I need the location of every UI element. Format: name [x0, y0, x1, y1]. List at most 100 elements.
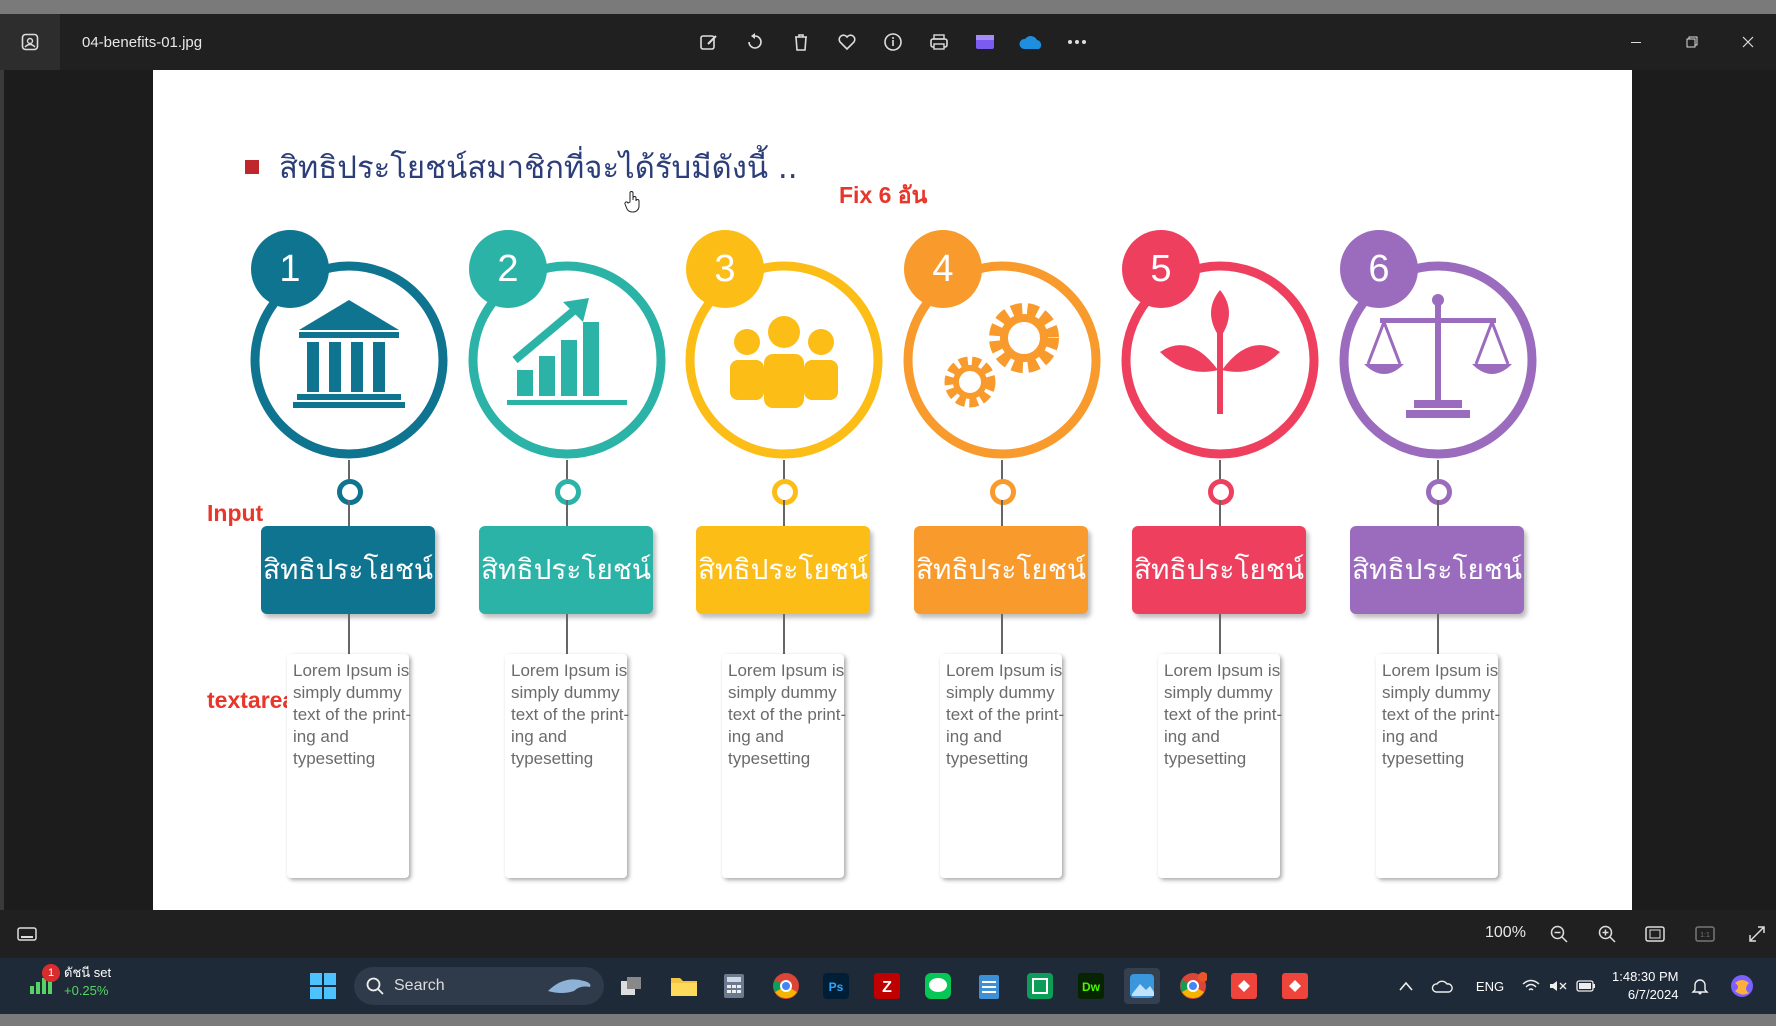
connector-node	[1208, 479, 1234, 505]
sheets-app-icon[interactable]	[1022, 968, 1058, 1004]
photoshop-icon[interactable]: Ps	[818, 968, 854, 1004]
annotation-fix-six: Fix 6 อัน	[839, 182, 928, 208]
search-icon	[366, 977, 384, 995]
taskbar: 1 ดัชนี set +0.25% Search Ps Z Dw ENG 1:…	[0, 958, 1776, 1014]
benefit-input-5[interactable]: สิทธิประโยชน์	[1132, 526, 1306, 614]
svg-text:Ps: Ps	[829, 980, 844, 994]
slide-heading: สิทธิประโยชน์สมาชิกที่จะได้รับมีดังนี้ .…	[245, 142, 798, 192]
chrome-icon[interactable]	[768, 968, 804, 1004]
language-text: ENG	[1475, 978, 1505, 994]
connector	[348, 500, 350, 526]
file-explorer-icon[interactable]	[666, 968, 702, 1004]
benefit-input-1[interactable]: สิทธิประโยชน์	[261, 526, 435, 614]
notification-badge: 1	[42, 964, 60, 982]
connector-node	[337, 479, 363, 505]
copilot-icon[interactable]	[1724, 968, 1760, 1004]
anydesk-second-icon[interactable]	[1277, 968, 1313, 1004]
delete-icon[interactable]	[778, 22, 824, 62]
battery-icon[interactable]	[1568, 968, 1604, 1004]
chrome-profile-icon[interactable]	[1175, 968, 1211, 1004]
clock-date: 6/7/2024	[1627, 987, 1679, 1002]
connector	[1219, 614, 1221, 654]
taskbar-search[interactable]: Search	[354, 967, 604, 1005]
benefit-textarea-1[interactable]: Lorem Ipsum is simply dummy text of the …	[293, 660, 413, 770]
screen-bottom-strip	[0, 1014, 1776, 1026]
anydesk-icon[interactable]	[1226, 968, 1262, 1004]
slide-image: สิทธิประโยชน์สมาชิกที่จะได้รับมีดังนี้ .…	[153, 70, 1632, 911]
photos-taskbar-icon[interactable]	[1124, 968, 1160, 1004]
start-button[interactable]	[305, 968, 341, 1004]
viewer-toolbar	[686, 14, 1100, 70]
stock-name: ดัชนี set	[64, 965, 112, 980]
svg-text:1:1: 1:1	[1700, 932, 1710, 939]
minimize-icon[interactable]	[1608, 14, 1664, 70]
bullet-square	[245, 160, 259, 174]
edit-image-icon[interactable]	[686, 22, 732, 62]
svg-text:Dw: Dw	[1082, 980, 1101, 994]
step-number-5: 5	[1122, 230, 1200, 308]
stock-change: +0.25%	[64, 983, 109, 998]
fullscreen-icon[interactable]	[1740, 918, 1774, 950]
favorite-icon[interactable]	[824, 22, 870, 62]
zoom-out-icon[interactable]	[1542, 918, 1576, 950]
onedrive-icon[interactable]	[1008, 22, 1054, 62]
more-icon[interactable]	[1054, 22, 1100, 62]
hand-cursor-icon	[624, 191, 640, 213]
notifications-bell-icon[interactable]	[1682, 968, 1718, 1004]
system-clock[interactable]: 1:48:30 PM 6/7/2024	[1612, 968, 1679, 1004]
connector-node	[990, 479, 1016, 505]
viewer-bottom-bar: 100% 1:1	[0, 910, 1776, 958]
notepad-icon[interactable]	[971, 968, 1007, 1004]
screen-top-strip	[0, 0, 1776, 14]
photos-app-icon[interactable]	[0, 14, 60, 70]
benefit-column-1: 1 สิทธิประโยชน์ Lorem Ipsum is simply du…	[249, 230, 449, 880]
dreamweaver-icon[interactable]: Dw	[1073, 968, 1109, 1004]
actual-size-icon[interactable]: 1:1	[1688, 918, 1722, 950]
calculator-icon[interactable]	[716, 968, 752, 1004]
close-icon[interactable]	[1720, 14, 1776, 70]
connector	[1437, 460, 1439, 480]
connector-node	[1426, 479, 1452, 505]
print-icon[interactable]	[916, 22, 962, 62]
clipchamp-icon[interactable]	[962, 22, 1008, 62]
rotate-icon[interactable]	[732, 22, 778, 62]
benefit-textarea-2[interactable]: Lorem Ipsum is simply dummy text of the …	[511, 660, 631, 770]
benefit-textarea-3[interactable]: Lorem Ipsum is simply dummy text of the …	[728, 660, 848, 770]
stock-text: ดัชนี set +0.25%	[64, 964, 111, 1000]
fit-to-window-icon[interactable]	[1638, 918, 1672, 950]
connector	[566, 614, 568, 654]
benefit-column-4: 4 สิทธิประโยชน์ Lorem Ipsum is simply du…	[902, 230, 1102, 880]
filmstrip-icon[interactable]	[10, 918, 44, 950]
step-number-3: 3	[686, 230, 764, 308]
task-view-icon[interactable]	[613, 968, 649, 1004]
benefit-column-5: 5 สิทธิประโยชน์ Lorem Ipsum is simply du…	[1120, 230, 1320, 880]
onedrive-tray-icon[interactable]	[1424, 968, 1460, 1004]
connector	[566, 500, 568, 526]
show-hidden-icons[interactable]	[1388, 968, 1424, 1004]
clock-time: 1:48:30 PM	[1612, 969, 1679, 984]
step-number-6: 6	[1340, 230, 1418, 308]
benefit-input-3[interactable]: สิทธิประโยชน์	[696, 526, 870, 614]
line-icon[interactable]	[920, 968, 956, 1004]
stock-widget[interactable]: 1 ดัชนี set +0.25%	[28, 964, 111, 1000]
restore-icon[interactable]	[1664, 14, 1720, 70]
benefit-input-4[interactable]: สิทธิประโยชน์	[914, 526, 1088, 614]
benefit-column-6: 6 สิทธิประโยชน์ Lorem Ipsum is simply du…	[1338, 230, 1538, 880]
window-controls	[1608, 14, 1776, 70]
benefit-column-3: 3 สิทธิประโยชน์ Lorem Ipsum is simply du…	[684, 230, 884, 880]
zoom-level[interactable]: 100%	[1485, 924, 1526, 942]
benefit-input-6[interactable]: สิทธิประโยชน์	[1350, 526, 1524, 614]
benefit-textarea-5[interactable]: Lorem Ipsum is simply dummy text of the …	[1164, 660, 1284, 770]
info-icon[interactable]	[870, 22, 916, 62]
zoom-in-icon[interactable]	[1590, 918, 1624, 950]
benefit-textarea-6[interactable]: Lorem Ipsum is simply dummy text of the …	[1382, 660, 1502, 770]
people-icon	[730, 316, 838, 408]
filezilla-icon[interactable]: Z	[869, 968, 905, 1004]
benefit-textarea-4[interactable]: Lorem Ipsum is simply dummy text of the …	[946, 660, 1066, 770]
connector	[1437, 500, 1439, 526]
language-indicator[interactable]: ENG	[1470, 968, 1510, 1004]
search-placeholder: Search	[394, 977, 445, 994]
benefit-column-2: 2 สิทธิประโยชน์ Lorem Ipsum is simply du…	[467, 230, 667, 880]
connector	[348, 460, 350, 480]
benefit-input-2[interactable]: สิทธิประโยชน์	[479, 526, 653, 614]
